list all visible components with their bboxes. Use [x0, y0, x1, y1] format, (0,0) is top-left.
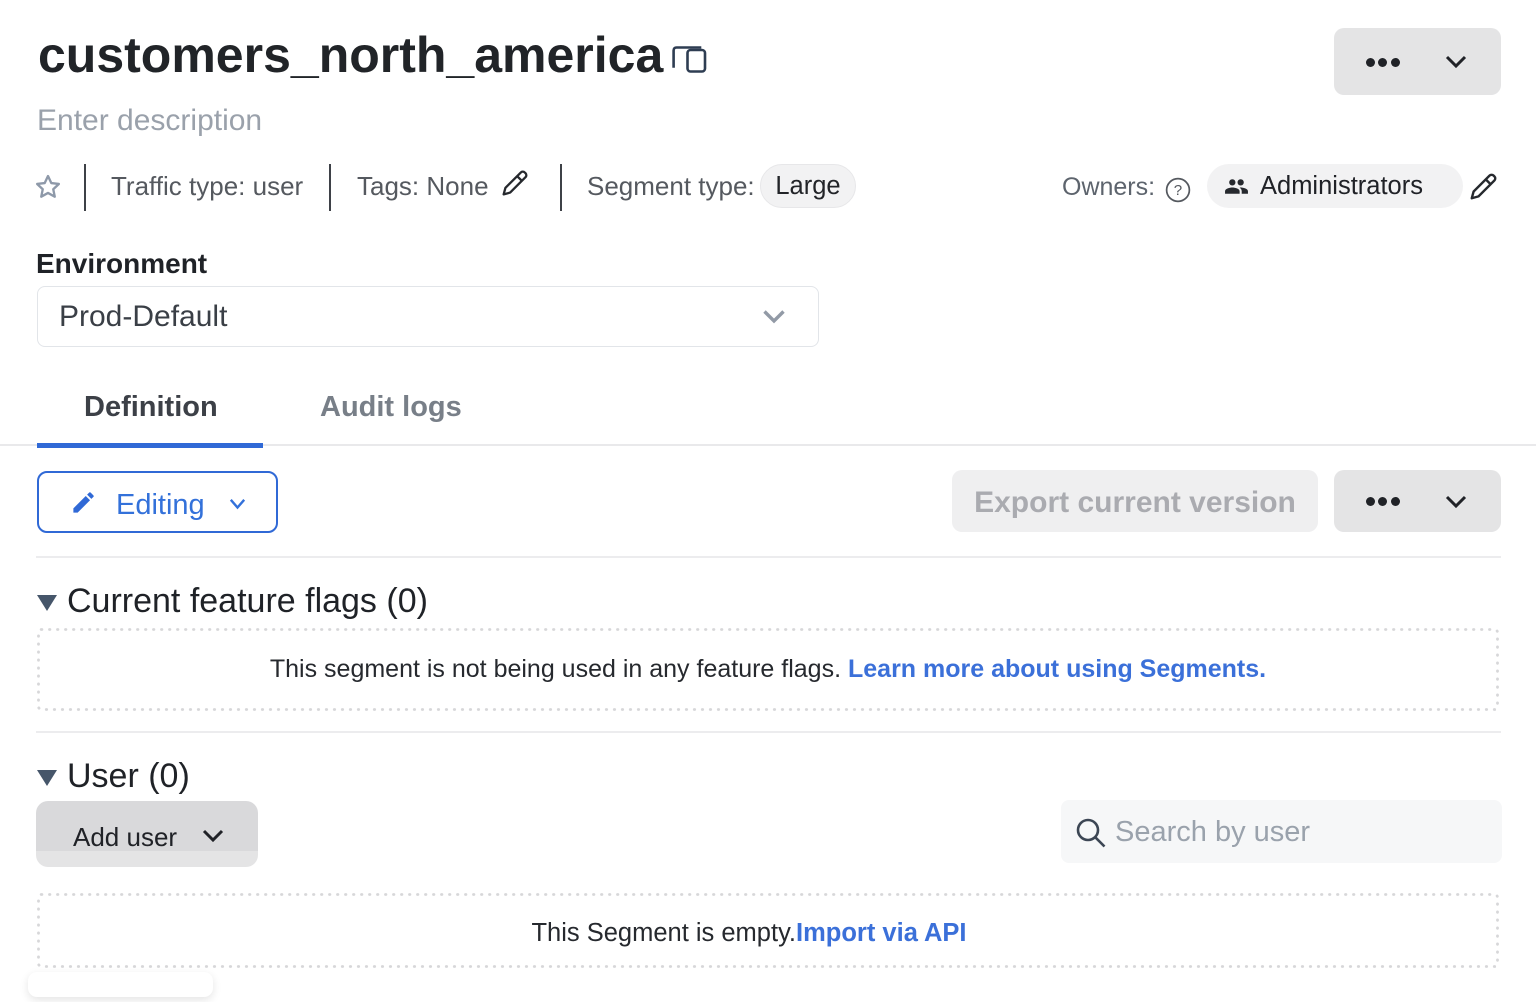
svg-text:?: ? [1174, 182, 1182, 199]
